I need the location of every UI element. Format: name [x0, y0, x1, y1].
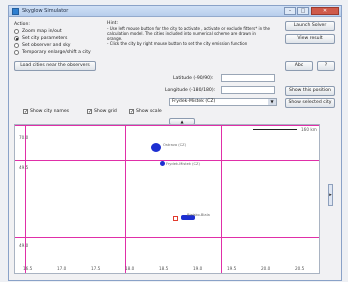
city-select-value: Frydek-Mistek (CZ) — [172, 99, 216, 104]
latitude-label: Latitude (-90/90): — [173, 76, 214, 81]
map-canvas[interactable]: 160 km 70.0 49.5 49.0 16.5 17.0 17.5 18.… — [14, 124, 320, 274]
city-label: Ostrava (CZ) — [163, 143, 187, 147]
latitude-input[interactable] — [221, 74, 275, 82]
load-cities-button[interactable]: Load cities near the observers — [14, 61, 96, 71]
launch-solver-button[interactable]: Launch Solver — [285, 21, 335, 31]
y-tick: 70.0 — [19, 135, 29, 140]
abc-button[interactable]: Abc — [285, 61, 313, 71]
x-tick: 17.0 — [57, 266, 67, 271]
view-result-button[interactable]: View result — [285, 34, 335, 44]
x-tick: 16.5 — [23, 266, 33, 271]
app-icon — [12, 8, 19, 15]
show-scale-label: Show scale — [136, 109, 162, 114]
radio-observer[interactable] — [14, 43, 19, 48]
grid-line-h3 — [15, 237, 319, 238]
radio-city-parameters-label: Set city parameters — [22, 36, 68, 41]
title-bar: Skyglow Simulator – □ ✕ — [9, 6, 341, 17]
city-label: Frydek-Mistek (CZ) — [166, 162, 200, 166]
maximize-icon[interactable]: □ — [297, 7, 309, 15]
city-marker[interactable] — [151, 143, 161, 152]
show-city-names-checkbox[interactable]: ✓ — [23, 109, 28, 115]
chevron-down-icon[interactable]: ▼ — [268, 99, 276, 105]
radio-enlarge[interactable] — [14, 50, 19, 55]
show-grid-label: Show grid — [94, 109, 117, 114]
city-marker[interactable] — [160, 161, 165, 166]
grid-line-v1 — [25, 125, 26, 273]
show-city-names-label: Show city names — [30, 109, 70, 114]
longitude-label: Longitude (-180/180): — [165, 88, 216, 93]
y-tick: 49.5 — [19, 165, 29, 170]
grid-line-h2 — [15, 160, 319, 161]
longitude-input[interactable] — [221, 86, 275, 94]
show-scale-checkbox[interactable]: ✓ — [129, 109, 134, 115]
action-heading: Action: — [14, 22, 30, 27]
close-icon[interactable]: ✕ — [311, 7, 339, 15]
x-tick: 17.5 — [91, 266, 101, 271]
radio-city-parameters[interactable] — [14, 36, 19, 41]
scale-label: 160 km — [301, 127, 317, 132]
x-tick: 18.0 — [125, 266, 135, 271]
scale-bar — [253, 129, 297, 130]
show-grid-checkbox[interactable]: ✓ — [87, 109, 92, 115]
grid-line-v2 — [125, 125, 126, 273]
x-tick: 20.0 — [261, 266, 271, 271]
x-tick: 19.5 — [227, 266, 237, 271]
x-tick: 19.0 — [193, 266, 203, 271]
city-select[interactable]: Frydek-Mistek (CZ) ▼ — [169, 98, 277, 106]
y-tick: 49.0 — [19, 243, 29, 248]
hint-line-2: calculation model. The cities included i… — [107, 31, 256, 36]
city-marker[interactable] — [173, 216, 178, 221]
x-tick: 20.5 — [295, 266, 305, 271]
window-title: Skyglow Simulator — [22, 8, 69, 14]
show-selected-city-button[interactable]: Show selected city — [285, 98, 335, 108]
radio-observer-label: Set observer and sky — [22, 43, 71, 48]
city-label: Bielsko-Biala — [187, 213, 210, 217]
x-tick: 18.5 — [159, 266, 169, 271]
show-position-button[interactable]: Show this position — [285, 86, 335, 96]
minimize-icon[interactable]: – — [284, 7, 296, 15]
help-button[interactable]: ? — [317, 61, 335, 71]
radio-enlarge-label: Temporary enlarge/shift a city — [22, 50, 91, 55]
scroll-right-button[interactable]: ▸ — [328, 184, 333, 206]
radio-zoom[interactable] — [14, 29, 19, 34]
radio-zoom-label: Zoom map in/out — [22, 29, 62, 34]
grid-line-h1 — [15, 125, 319, 126]
hint-line-4: - Click the city by right mouse button t… — [107, 41, 248, 46]
grid-line-v3 — [221, 125, 222, 273]
